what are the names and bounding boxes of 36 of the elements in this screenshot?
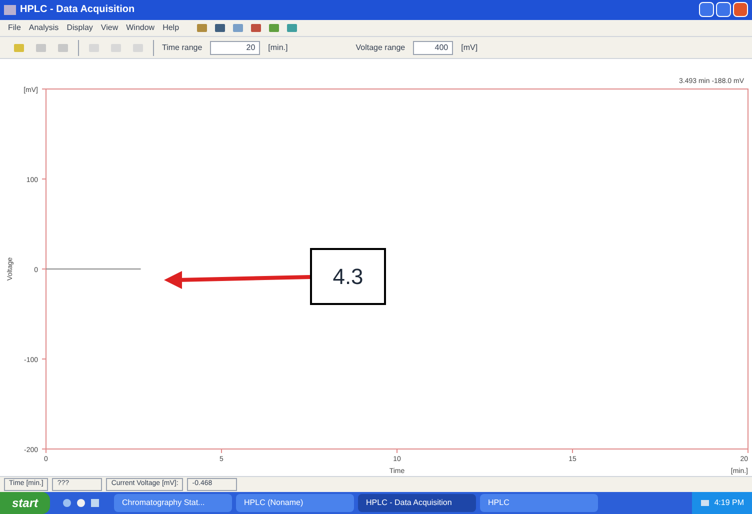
quick-launch-icon[interactable] (76, 498, 86, 508)
menu-item[interactable]: Help (162, 22, 180, 34)
close-button[interactable] (733, 2, 748, 18)
taskbar-button[interactable]: HPLC - Data Acquisition (358, 494, 476, 512)
tick-mark (42, 358, 46, 360)
quick-launch-icon[interactable] (90, 498, 100, 508)
tick-mark (42, 88, 46, 90)
voltage-range-field[interactable]: 400 (413, 40, 454, 54)
taskbar-button[interactable]: HPLC (Noname) (236, 494, 354, 512)
menu-item[interactable]: File (8, 22, 21, 34)
time-range-label: Time range (162, 42, 202, 54)
maximize-button[interactable] (716, 2, 731, 18)
quick-launch-icon[interactable] (62, 498, 72, 508)
tick-mark (42, 268, 46, 270)
minimize-button[interactable] (699, 2, 714, 18)
time-unit-label: [min.] (268, 42, 288, 54)
tick-mark (396, 448, 398, 454)
time-range-field[interactable]: 20 (210, 40, 260, 54)
voltage-unit-label: [mV] (461, 42, 478, 54)
voltage-range-label: Voltage range (356, 42, 406, 54)
taskbar-button[interactable]: Chromatography Stat... (114, 494, 232, 512)
callout-box: 4.3 (310, 248, 386, 305)
window-title: HPLC - Data Acquisition (20, 3, 135, 18)
start-button[interactable]: start (0, 492, 50, 514)
app-icon (4, 4, 16, 15)
clock: 4:19 PM (714, 497, 744, 510)
arrow-icon (164, 270, 310, 289)
tick-mark (42, 178, 46, 180)
menu-item[interactable]: Window (126, 22, 155, 34)
menu-item[interactable]: View (100, 22, 118, 34)
menu-item[interactable]: Analysis (28, 22, 59, 34)
tray-icon[interactable] (700, 498, 710, 508)
tick-mark (572, 448, 573, 454)
menu-item[interactable]: Display (66, 22, 93, 34)
tick-mark (221, 448, 222, 454)
taskbar-button[interactable]: HPLC (480, 494, 598, 512)
